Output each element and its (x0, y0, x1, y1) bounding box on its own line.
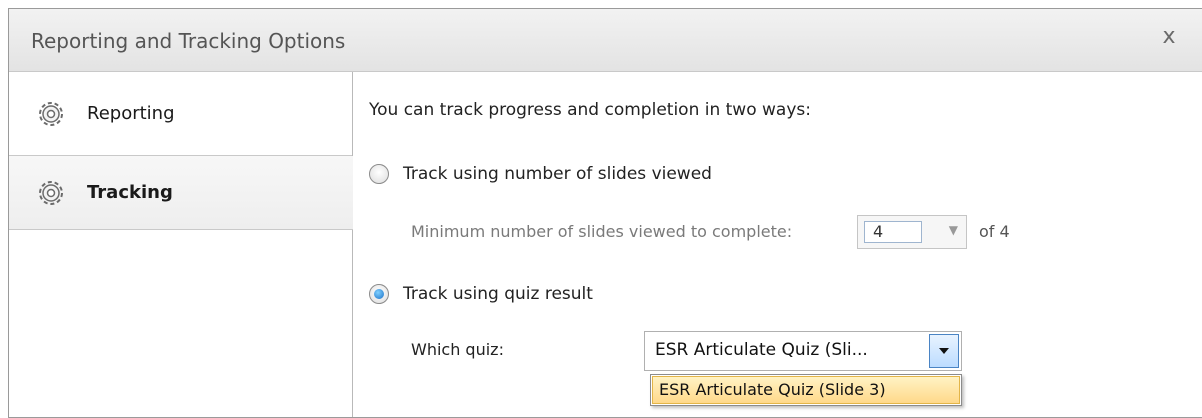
dropdown-option[interactable]: ESR Articulate Quiz (Slide 3) (652, 376, 960, 404)
radio-track-quiz[interactable]: Track using quiz result (369, 284, 593, 304)
which-quiz-label: Which quiz: (411, 340, 504, 359)
of-total-label: of 4 (979, 222, 1010, 241)
close-icon[interactable]: x (1157, 25, 1181, 49)
sidebar-item-label: Reporting (87, 103, 175, 124)
minimum-slides-value: 4 (864, 221, 922, 243)
tracking-panel: You can track progress and completion in… (353, 72, 1202, 417)
sidebar-item-reporting[interactable]: Reporting (9, 72, 352, 156)
radio-track-slides[interactable]: Track using number of slides viewed (369, 164, 712, 184)
sidebar-item-tracking[interactable]: Tracking (9, 156, 353, 230)
chevron-down-icon (939, 348, 949, 354)
dialog: Reporting and Tracking Options x Reporti… (8, 8, 1202, 418)
radio-button-selected[interactable] (369, 284, 389, 304)
quiz-select[interactable]: ESR Articulate Quiz (Sli... (644, 331, 962, 371)
minimum-slides-label: Minimum number of slides viewed to compl… (411, 222, 793, 241)
radio-label: Track using quiz result (403, 284, 593, 304)
quiz-dropdown-list: ESR Articulate Quiz (Slide 3) (650, 374, 962, 406)
radio-button[interactable] (369, 164, 389, 184)
sidebar: Reporting Tracking (9, 72, 353, 417)
minimum-slides-combo[interactable]: 4 ▼ (857, 215, 967, 249)
gear-icon (39, 101, 63, 126)
chevron-down-icon[interactable]: ▼ (949, 223, 958, 237)
sidebar-item-label: Tracking (87, 182, 173, 203)
gear-icon (39, 180, 63, 205)
quiz-select-value: ESR Articulate Quiz (Sli... (655, 340, 868, 360)
intro-text: You can track progress and completion in… (369, 100, 811, 120)
title-bar: Reporting and Tracking Options x (9, 9, 1202, 72)
dialog-title: Reporting and Tracking Options (31, 29, 346, 53)
dropdown-button[interactable] (929, 334, 959, 368)
radio-label: Track using number of slides viewed (403, 164, 712, 184)
